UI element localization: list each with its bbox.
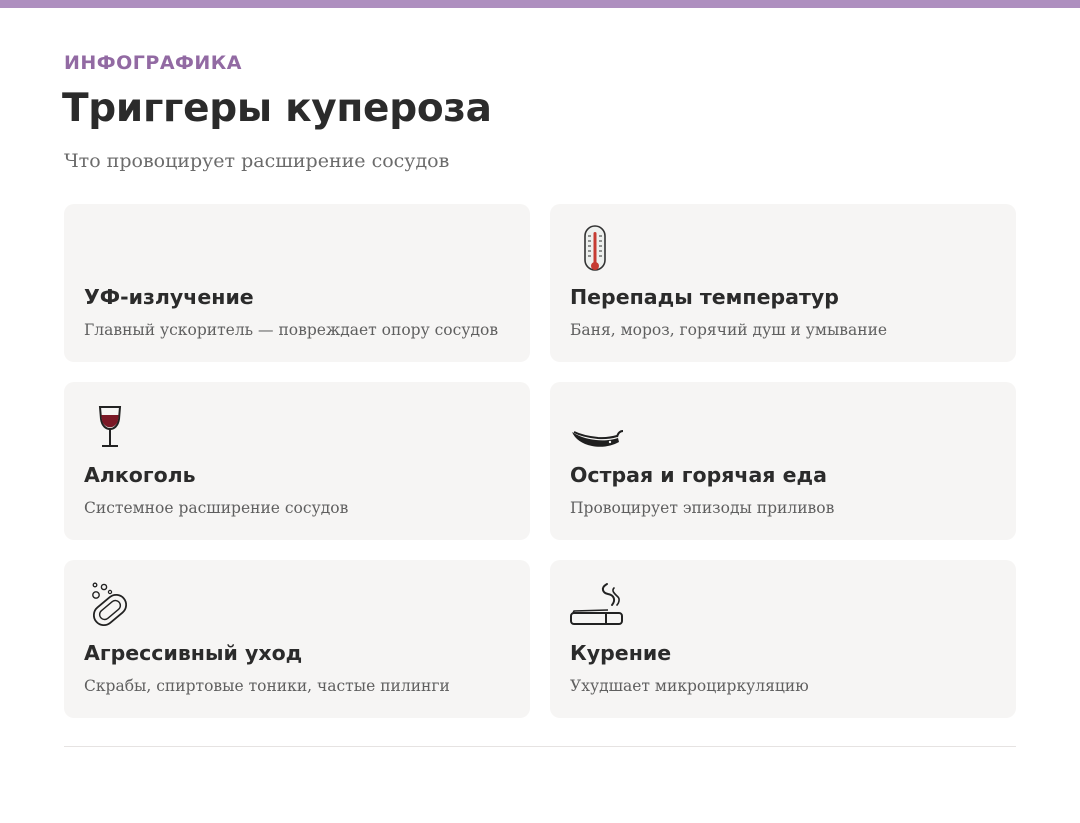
thermometer-icon <box>570 224 624 276</box>
sun-icon <box>84 224 138 276</box>
page-title: Триггеры купероза <box>62 86 492 131</box>
card-uv: УФ-излучение Главный ускоритель — повреж… <box>64 204 530 362</box>
card-description: Системное расширение сосудов <box>84 499 349 517</box>
hot-pepper-icon <box>570 402 624 454</box>
card-title: Перепады температур <box>570 285 839 309</box>
wine-glass-icon <box>84 402 138 454</box>
card-smoking: Курение Ухудшает микроциркуляцию <box>550 560 1016 718</box>
card-title: Алкоголь <box>84 463 196 487</box>
card-description: Главный ускоритель — повреждает опору со… <box>84 321 499 339</box>
soap-icon <box>84 580 138 632</box>
accent-top-bar <box>0 0 1080 8</box>
card-description: Скрабы, спиртовые тоники, частые пилинги <box>84 677 450 695</box>
eyebrow-label: ИНФОГРАФИКА <box>64 52 243 74</box>
card-description: Ухудшает микроциркуляцию <box>570 677 809 695</box>
card-alcohol: Алкоголь Системное расширение сосудов <box>64 382 530 540</box>
card-description: Провоцирует эпизоды приливов <box>570 499 835 517</box>
card-temperature: Перепады температур Баня, мороз, горячий… <box>550 204 1016 362</box>
page-subtitle: Что провоцирует расширение сосудов <box>64 150 450 172</box>
card-aggressive-care: Агрессивный уход Скрабы, спиртовые тоник… <box>64 560 530 718</box>
card-title: УФ-излучение <box>84 285 254 309</box>
triggers-grid: УФ-излучение Главный ускоритель — повреж… <box>64 204 1016 718</box>
card-spicy-food: Острая и горячая еда Провоцирует эпизоды… <box>550 382 1016 540</box>
card-title: Агрессивный уход <box>84 641 303 665</box>
card-description: Баня, мороз, горячий душ и умывание <box>570 321 888 339</box>
card-title: Курение <box>570 641 672 665</box>
bottom-divider <box>64 746 1016 747</box>
cigarette-icon <box>570 580 624 632</box>
card-title: Острая и горячая еда <box>570 463 827 487</box>
